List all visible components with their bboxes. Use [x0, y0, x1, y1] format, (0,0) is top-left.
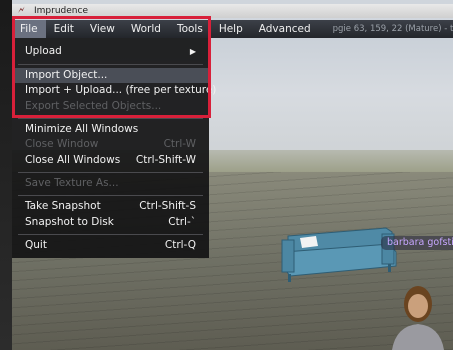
menu-bar: File Edit View World Tools Help Advanced… — [12, 20, 453, 38]
menu-item-close-window[interactable]: Close Window Ctrl-W — [12, 137, 209, 152]
menu-item-quit[interactable]: Quit Ctrl-Q — [12, 238, 209, 253]
menu-tools[interactable]: Tools — [169, 20, 211, 38]
menu-file[interactable]: File — [12, 20, 46, 38]
menu-separator — [18, 172, 203, 173]
import-object-label: Import Object... — [25, 69, 108, 81]
avatar-name: barbara gofsti — [387, 237, 453, 248]
menu-separator — [18, 64, 203, 65]
take-snapshot-label: Take Snapshot — [25, 200, 101, 212]
left-edge-strip — [0, 0, 12, 350]
menu-advanced[interactable]: Advanced — [251, 20, 319, 38]
menu-item-close-all[interactable]: Close All Windows Ctrl-Shift-W — [12, 153, 209, 168]
menu-help[interactable]: Help — [211, 20, 251, 38]
menu-item-snapshot-disk[interactable]: Snapshot to Disk Ctrl-` — [12, 215, 209, 230]
menu-item-minimize-all[interactable]: Minimize All Windows — [12, 122, 209, 137]
save-texture-label: Save Texture As... — [25, 177, 119, 189]
upload-label: Upload — [25, 45, 62, 57]
menu-item-import-upload[interactable]: Import + Upload... (free per texture) — [12, 83, 216, 98]
close-window-shortcut: Ctrl-W — [163, 138, 196, 150]
sofa-object[interactable] — [278, 222, 398, 284]
location-status: pgie 63, 159, 22 (Mature) - testr — [332, 24, 453, 34]
menu-item-save-texture[interactable]: Save Texture As... — [12, 176, 209, 191]
window-title-bar: 🗲 Imprudence — [12, 4, 453, 18]
menu-item-take-snapshot[interactable]: Take Snapshot Ctrl-Shift-S — [12, 199, 209, 214]
snapshot-disk-shortcut: Ctrl-` — [168, 216, 196, 228]
menu-view[interactable]: View — [82, 20, 123, 38]
menu-world[interactable]: World — [123, 20, 169, 38]
take-snapshot-shortcut: Ctrl-Shift-S — [139, 200, 196, 212]
menu-separator — [18, 234, 203, 235]
minimize-all-label: Minimize All Windows — [25, 123, 139, 135]
file-menu-dropdown: Upload ▶ Import Object... Import + Uploa… — [12, 38, 216, 258]
close-window-label: Close Window — [25, 138, 99, 150]
menu-item-export-selected[interactable]: Export Selected Objects... — [12, 99, 209, 114]
menu-item-upload[interactable]: Upload ▶ — [12, 44, 209, 59]
avatar[interactable] — [388, 282, 448, 350]
menu-item-import-object[interactable]: Import Object... — [12, 68, 209, 83]
submenu-arrow-icon: ▶ — [189, 47, 196, 56]
app-logo-icon: 🗲 — [18, 5, 25, 16]
import-upload-label: Import + Upload... (free per texture) — [25, 84, 217, 96]
menu-edit[interactable]: Edit — [46, 20, 82, 38]
menu-separator — [18, 118, 203, 119]
export-selected-label: Export Selected Objects... — [25, 100, 162, 112]
window-title: Imprudence — [34, 6, 88, 16]
quit-shortcut: Ctrl-Q — [164, 239, 196, 251]
snapshot-disk-label: Snapshot to Disk — [25, 216, 114, 228]
quit-label: Quit — [25, 239, 47, 251]
menu-separator — [18, 195, 203, 196]
close-all-shortcut: Ctrl-Shift-W — [135, 154, 196, 166]
close-all-label: Close All Windows — [25, 154, 121, 166]
avatar-name-tag: barbara gofsti — [381, 236, 453, 250]
